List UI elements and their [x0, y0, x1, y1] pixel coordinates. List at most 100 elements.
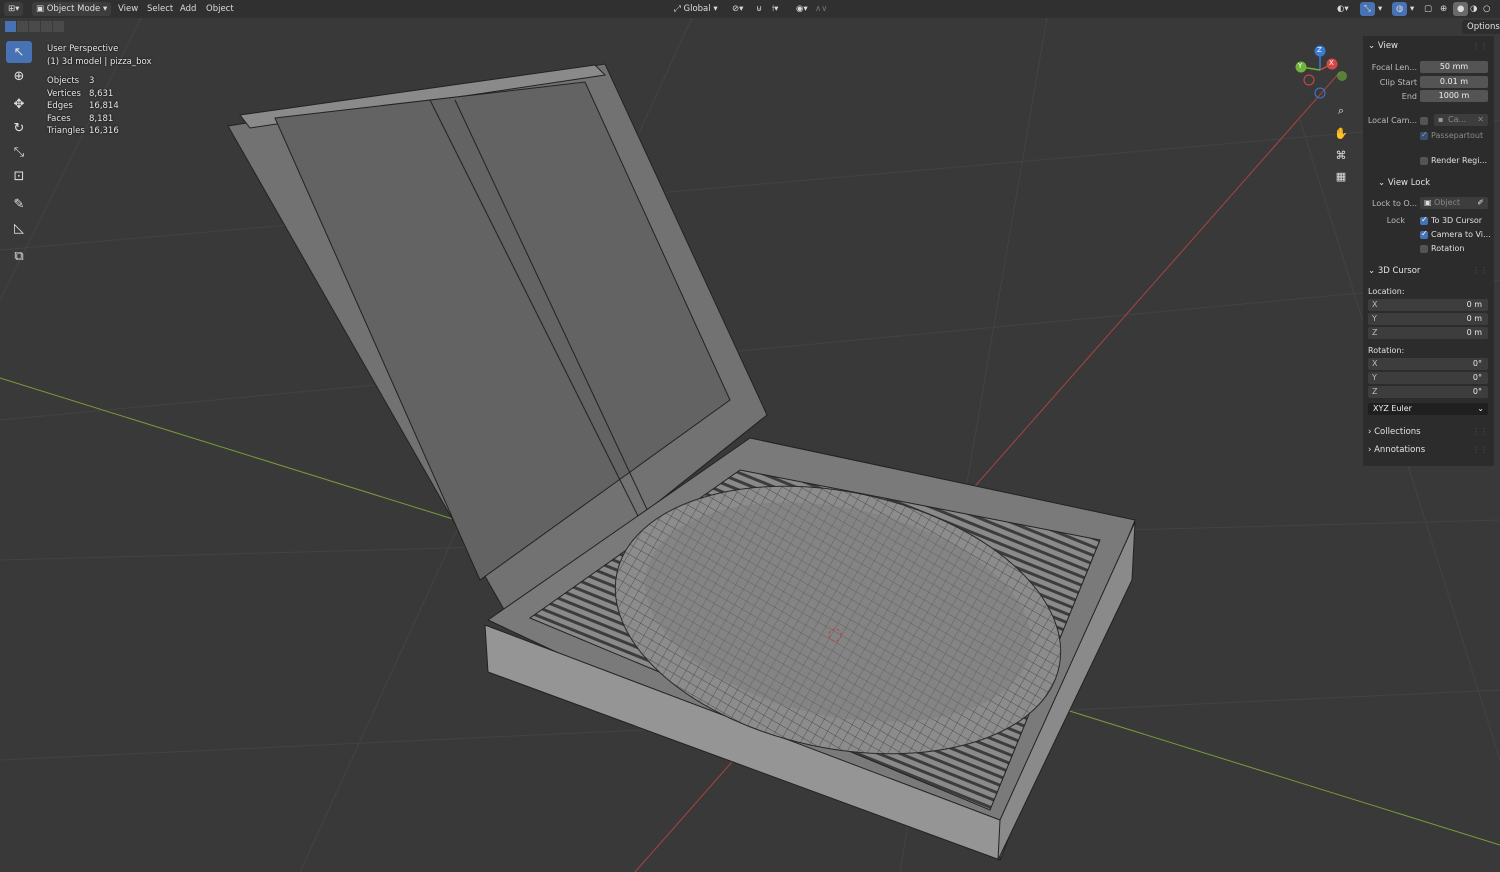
editor-type-button[interactable]: ⊞▾ [4, 2, 24, 16]
orientation-label: Global [683, 4, 711, 14]
lock-to-object-label: Lock to O... [1372, 199, 1417, 208]
drag-grip-icon[interactable]: ⋮⋮ [1472, 41, 1488, 50]
axis-label: Y [1372, 373, 1377, 382]
transform-tool[interactable]: ⊡ [6, 165, 32, 187]
select-box-tool[interactable]: ↖ [6, 41, 32, 63]
select-intersect-button[interactable] [53, 21, 64, 32]
cursor-location-z[interactable]: Z 0 m [1368, 327, 1488, 339]
orientation-dropdown[interactable]: ⤢ Global ▾ [674, 2, 718, 16]
mode-dropdown[interactable]: ▣ Object Mode ▾ [32, 2, 112, 16]
scene-statistics: Objects 3 Vertices 8,631 Edges 16,814 Faces… [47, 75, 119, 138]
chevron-down-icon: ⌄ [1368, 266, 1376, 276]
clip-start-field[interactable]: 0.01 m [1420, 76, 1488, 88]
lock-to-object-field[interactable]: ▣ Object ✐ [1420, 197, 1488, 209]
gizmo-toggle[interactable]: ⤡ [1360, 2, 1375, 16]
add-cube-icon: ⧉ [14, 248, 24, 264]
xray-toggle[interactable]: ▢ [1424, 2, 1432, 16]
view-lock-header[interactable]: ⌄ View Lock [1378, 178, 1430, 188]
axis-value: 0° [1472, 387, 1482, 396]
snap-dropdown[interactable]: ⟊▾ [772, 2, 778, 16]
clip-end-field[interactable]: 1000 m [1420, 90, 1488, 102]
proportional-edit-toggle[interactable]: ◉▾ [796, 2, 808, 16]
rotate-tool[interactable]: ↻ [6, 117, 32, 139]
snap-toggle[interactable]: ⊍ [756, 2, 762, 16]
move-tool[interactable]: ✥ [6, 93, 32, 115]
pencil-icon: ✎ [13, 196, 25, 212]
shading-solid[interactable]: ● [1453, 2, 1469, 16]
pan-hand-icon[interactable]: ✋ [1332, 124, 1350, 142]
chevron-right-icon: › [1368, 427, 1372, 437]
select-invert-button[interactable] [41, 21, 52, 32]
cursor-location-x[interactable]: X 0 m [1368, 299, 1488, 311]
annotations-section-header[interactable]: › Annotations [1368, 445, 1425, 455]
cursor-location-y[interactable]: Y 0 m [1368, 313, 1488, 325]
perspective-grid-icon[interactable]: ▦ [1332, 167, 1350, 185]
zoom-icon[interactable]: ⌕ [1332, 102, 1350, 120]
focal-length-field[interactable]: 50 mm [1420, 61, 1488, 73]
view-section-header[interactable]: ⌄ View [1368, 41, 1398, 51]
cursor-rotation-y[interactable]: Y 0° [1368, 372, 1488, 384]
stat-label: Faces [47, 113, 71, 124]
drag-grip-icon[interactable]: ⋮⋮ [1472, 445, 1488, 454]
camera-view-icon[interactable]: ⌘ [1332, 146, 1350, 164]
view-section-title: View [1377, 41, 1398, 51]
stat-row: Vertices 8,631 [47, 88, 119, 101]
cursor-section-header[interactable]: ⌄ 3D Cursor [1368, 266, 1420, 276]
select-subtract-button[interactable] [29, 21, 40, 32]
local-camera-field[interactable]: ▪ Ca... ✕ [1434, 114, 1488, 126]
add-cube-tool[interactable]: ⧉ [6, 245, 32, 267]
cursor-section-title: 3D Cursor [1377, 266, 1421, 276]
lock-rotation-checkbox[interactable] [1420, 245, 1428, 253]
menu-view[interactable]: View [118, 2, 138, 16]
focal-length-label: Focal Len... [1371, 63, 1417, 72]
cursor-rotation-z[interactable]: Z 0° [1368, 386, 1488, 398]
axis-value: 0 m [1466, 300, 1482, 309]
collections-section-header[interactable]: › Collections [1368, 427, 1421, 437]
overlay-dropdown[interactable]: ▾ [1410, 2, 1414, 16]
ruler-icon: ◺ [14, 220, 24, 236]
drag-grip-icon[interactable]: ⋮⋮ [1472, 427, 1488, 436]
local-camera-label: Local Cam... [1367, 116, 1417, 125]
shading-wireframe[interactable]: ⊕ [1440, 2, 1447, 16]
lock-to-cursor-checkbox[interactable] [1420, 215, 1428, 225]
shading-rendered[interactable]: ○ [1483, 2, 1490, 16]
local-camera-checkbox[interactable] [1420, 117, 1428, 125]
eyedropper-icon[interactable]: ✐ [1477, 197, 1484, 209]
pizza-box-model[interactable] [227, 63, 1136, 861]
3d-viewport[interactable] [0, 0, 1500, 872]
rotation-mode-value: XYZ Euler [1373, 404, 1412, 413]
measure-tool[interactable]: ◺ [6, 217, 32, 239]
axis-value: 0 m [1466, 328, 1482, 337]
menu-add[interactable]: Add [180, 2, 196, 16]
clip-start-label: Clip Start [1379, 78, 1417, 87]
menu-object[interactable]: Object [206, 2, 234, 16]
pivot-dropdown[interactable]: ⊘▾ [732, 2, 743, 16]
visibility-dropdown[interactable]: ◐▾ [1337, 2, 1349, 16]
clear-icon[interactable]: ✕ [1477, 114, 1484, 126]
chevron-down-icon: ⌄ [1378, 178, 1386, 188]
render-region-checkbox[interactable] [1420, 157, 1428, 165]
cursor-rotation-x[interactable]: X 0° [1368, 358, 1488, 370]
select-new-button[interactable] [5, 21, 16, 32]
cursor-tool[interactable]: ⊕ [6, 65, 32, 87]
axis-value: 0° [1472, 373, 1482, 382]
drag-grip-icon[interactable]: ⋮⋮ [1472, 266, 1488, 275]
annotate-tool[interactable]: ✎ [6, 193, 32, 215]
select-extend-button[interactable] [17, 21, 28, 32]
axis-value: 0 m [1466, 314, 1482, 323]
passepartout-checkbox[interactable] [1420, 130, 1428, 140]
falloff-icon[interactable]: ∧∨ [815, 2, 827, 16]
gizmo-dropdown[interactable]: ▾ [1378, 2, 1382, 16]
shading-material[interactable]: ◑ [1470, 2, 1477, 16]
local-camera-value: Ca... [1448, 115, 1467, 124]
camera-to-view-checkbox[interactable] [1420, 229, 1428, 239]
overlay-toggle[interactable]: ◍ [1392, 2, 1408, 16]
scale-tool[interactable]: ⤡ [6, 141, 32, 163]
lock-rotation-label: Rotation [1431, 244, 1465, 253]
options-button[interactable]: Options [1462, 20, 1500, 34]
menu-select[interactable]: Select [147, 2, 173, 16]
stat-label: Objects [47, 76, 80, 86]
rotate-icon: ↻ [13, 120, 25, 136]
rotation-mode-dropdown[interactable]: XYZ Euler ⌄ [1368, 403, 1488, 415]
axis-value: 0° [1472, 359, 1482, 368]
